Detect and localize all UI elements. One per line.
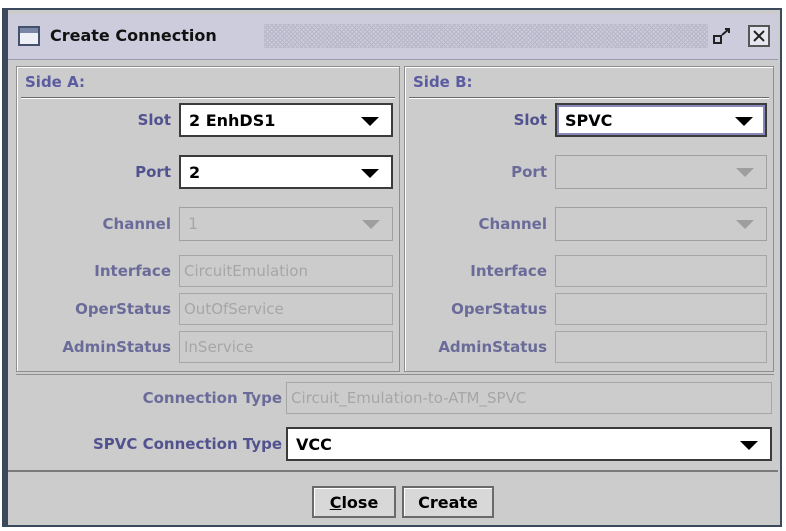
side-a-slot-label: Slot [137, 111, 171, 129]
chevron-down-icon [736, 220, 754, 229]
side-a-divider [21, 97, 395, 99]
close-button[interactable]: Close [312, 486, 396, 518]
window-icon [18, 26, 40, 46]
spvc-connection-type-select[interactable]: VCC [286, 427, 772, 461]
side-a-operstatus-value: OutOfService [184, 300, 284, 318]
side-a-adminstatus-field: InService [179, 331, 393, 363]
connection-panel: Connection Type Circuit_Emulation-to-ATM… [16, 374, 774, 470]
side-b-channel-label: Channel [478, 215, 547, 233]
side-a-port-value: 2 [189, 163, 201, 182]
side-a-header: Side A: [25, 73, 85, 91]
close-button-label: lose [341, 492, 379, 512]
connection-type-label: Connection Type [142, 389, 282, 407]
create-button[interactable]: Create [402, 486, 494, 518]
button-bar: Close Create [8, 470, 778, 524]
side-a-operstatus-label: OperStatus [75, 300, 171, 318]
side-b-interface-label: Interface [470, 262, 547, 280]
side-a-slot-value: 2 EnhDS1 [189, 111, 276, 130]
side-b-header: Side B: [413, 73, 473, 91]
chevron-down-icon [361, 117, 379, 126]
side-a-operstatus-field: OutOfService [179, 293, 393, 325]
side-a-port-select[interactable]: 2 [179, 155, 393, 189]
side-b-adminstatus-label: AdminStatus [438, 338, 547, 356]
side-b-port-label: Port [511, 163, 547, 181]
side-b-operstatus-field [555, 293, 767, 325]
close-icon[interactable] [748, 25, 770, 47]
side-b-interface-field [555, 255, 767, 287]
side-a-interface-label: Interface [94, 262, 171, 280]
side-b-divider [409, 97, 769, 99]
side-a-channel-value: 1 [188, 214, 199, 233]
side-b-slot-label: Slot [513, 111, 547, 129]
side-a-channel-label: Channel [102, 215, 171, 233]
side-b-operstatus-label: OperStatus [451, 300, 547, 318]
restore-icon[interactable] [712, 25, 734, 47]
title-bar-drag-area[interactable] [264, 24, 708, 48]
chevron-down-icon [740, 441, 758, 450]
chevron-down-icon [736, 168, 754, 177]
side-a-adminstatus-label: AdminStatus [62, 338, 171, 356]
connection-type-field: Circuit_Emulation-to-ATM_SPVC [286, 382, 772, 414]
side-b-slot-value: SPVC [565, 111, 613, 130]
spvc-connection-type-label: SPVC Connection Type [92, 435, 282, 453]
dialog-window: Create Connection Side A: Slot 2 EnhDS1 … [2, 8, 782, 527]
side-a-panel: Side A: Slot 2 EnhDS1 Port 2 Channel 1 I… [16, 66, 400, 372]
window-title: Create Connection [50, 26, 217, 45]
close-button-mnemonic: C [329, 492, 342, 512]
side-b-channel-select[interactable] [555, 207, 767, 241]
chevron-down-icon [362, 220, 380, 229]
title-bar[interactable]: Create Connection [8, 14, 778, 60]
side-a-interface-field: CircuitEmulation [179, 255, 393, 287]
side-b-slot-select[interactable]: SPVC [555, 103, 767, 137]
side-a-channel-select[interactable]: 1 [179, 207, 393, 241]
connection-type-value: Circuit_Emulation-to-ATM_SPVC [291, 389, 527, 407]
chevron-down-icon [735, 117, 753, 126]
side-a-interface-value: CircuitEmulation [184, 262, 308, 280]
side-b-panel: Side B: Slot SPVC Port Channel Interface… [404, 66, 774, 372]
spvc-connection-type-value: VCC [296, 435, 332, 454]
side-a-port-label: Port [135, 163, 171, 181]
chevron-down-icon [361, 169, 379, 178]
side-b-port-select[interactable] [555, 155, 767, 189]
side-a-slot-select[interactable]: 2 EnhDS1 [179, 103, 393, 137]
side-a-adminstatus-value: InService [184, 338, 254, 356]
side-b-adminstatus-field [555, 331, 767, 363]
